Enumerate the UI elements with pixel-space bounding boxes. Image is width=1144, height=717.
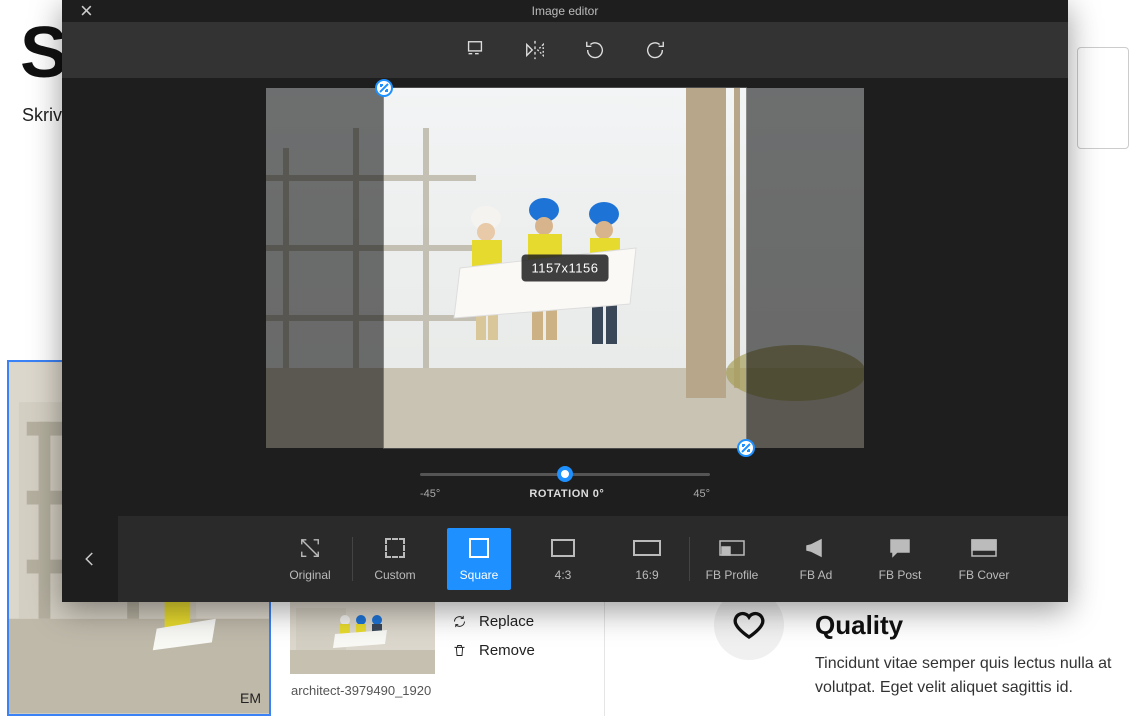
rotation-max-label: 45° [693, 488, 710, 500]
speech-bubble-icon [889, 538, 911, 558]
rotation-value-label: ROTATION 0° [529, 488, 604, 500]
side-textarea[interactable] [1077, 47, 1129, 149]
modal-header: × Image editor [62, 0, 1068, 22]
preset-custom[interactable]: Custom [353, 528, 437, 590]
flip-horizontal-icon [524, 39, 546, 61]
rotate-left-icon [584, 39, 606, 61]
preset-4-3[interactable]: 4:3 [521, 528, 605, 590]
crop-dimensions-badge: 1157x1156 [522, 255, 609, 282]
preset-label: FB Post [879, 568, 922, 582]
image-stage[interactable]: 1157x1156 [266, 88, 864, 448]
replace-icon [452, 614, 467, 629]
preset-original[interactable]: Original [268, 528, 352, 590]
construction-scene-thumbnail-small [290, 600, 435, 674]
preset-fb-cover[interactable]: FB Cover [942, 528, 1026, 590]
crop-dim-right [746, 88, 864, 448]
replace-label: Replace [479, 613, 534, 630]
rotation-control: -45° ROTATION 0° 45° [420, 466, 710, 500]
preset-label: FB Profile [706, 568, 759, 582]
preset-bar: Original Custom Square 4:3 16:9 [62, 516, 1068, 602]
rotate-left-button[interactable] [582, 37, 608, 63]
thumbnail-label-fragment: EM [240, 690, 261, 706]
crop-icon [464, 39, 486, 61]
vertical-divider [604, 600, 605, 716]
remove-label: Remove [479, 642, 535, 659]
preset-label: Original [289, 568, 330, 582]
crop-handle-bottom-right[interactable] [737, 439, 755, 457]
quality-heading: Quality [815, 610, 903, 641]
page-subtitle-fragment: Skriv [22, 105, 62, 126]
crop-box[interactable]: 1157x1156 [384, 88, 746, 448]
preset-label: Square [460, 568, 499, 582]
fb-profile-icon [719, 538, 745, 558]
heart-icon [733, 609, 765, 641]
preset-label: FB Ad [800, 568, 833, 582]
slider-thumb[interactable] [557, 466, 573, 482]
editor-toolbar [62, 22, 1068, 78]
preset-fb-ad[interactable]: FB Ad [774, 528, 858, 590]
rotate-right-icon [644, 39, 666, 61]
quality-body-text: Tincidunt vitae semper quis lectus nulla… [815, 652, 1125, 700]
secondary-thumbnail[interactable] [290, 600, 435, 674]
remove-image-button[interactable]: Remove [452, 642, 535, 659]
fb-cover-icon [971, 539, 997, 557]
preset-label: Custom [374, 568, 415, 582]
crop-free-icon [299, 537, 321, 559]
flip-horizontal-button[interactable] [522, 37, 548, 63]
crop-handle-top-left[interactable] [375, 79, 393, 97]
editor-canvas: 1157x1156 -45° ROTATION 0° 45° [62, 78, 1068, 516]
rotation-slider[interactable] [420, 466, 710, 482]
image-editor-modal: × Image editor [62, 0, 1068, 602]
preset-fb-profile[interactable]: FB Profile [690, 528, 774, 590]
preset-label: 4:3 [555, 568, 572, 582]
megaphone-icon [804, 538, 828, 558]
rotation-min-label: -45° [420, 488, 440, 500]
thumbnail-filename: architect-3979490_1920 [291, 683, 431, 698]
trash-icon [452, 643, 467, 658]
crop-dim-left [266, 88, 384, 448]
preset-16-9[interactable]: 16:9 [605, 528, 689, 590]
rotate-right-button[interactable] [642, 37, 668, 63]
preset-label: FB Cover [959, 568, 1010, 582]
preset-square[interactable]: Square [447, 528, 511, 590]
preset-fb-post[interactable]: FB Post [858, 528, 942, 590]
close-icon[interactable]: × [80, 0, 93, 22]
modal-title: Image editor [532, 4, 599, 18]
chevron-left-icon [81, 550, 99, 568]
replace-image-button[interactable]: Replace [452, 613, 534, 630]
preset-label: 16:9 [635, 568, 658, 582]
back-button[interactable] [62, 516, 118, 602]
page-title-fragment: S [20, 12, 66, 94]
crop-tool-button[interactable] [462, 37, 488, 63]
